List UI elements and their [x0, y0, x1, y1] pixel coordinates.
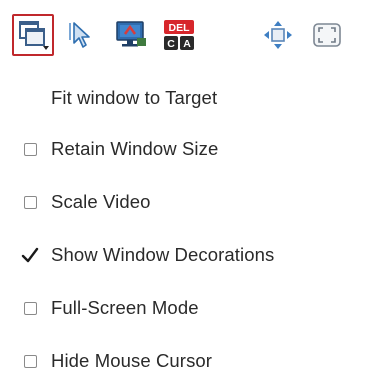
fullscreen-icon [313, 23, 341, 47]
menu-item-label: Fit window to Target [51, 87, 218, 108]
ctrl-alt-del-button[interactable]: DEL C A [158, 14, 200, 56]
menu-item-show-window-decorations[interactable]: Show Window Decorations [0, 235, 365, 275]
remote-screen-button[interactable] [110, 14, 152, 56]
menu-item-full-screen-mode[interactable]: Full-Screen Mode [0, 288, 365, 328]
alt-key-label: A [183, 38, 191, 50]
menu-item-retain-window-size[interactable]: Retain Window Size [0, 129, 365, 169]
mouse-pointer-icon [69, 22, 90, 48]
menu-item-fit-window[interactable]: Fit window to Target [0, 78, 365, 118]
checkbox-unchecked[interactable] [23, 354, 37, 368]
menu-item-hide-mouse-cursor[interactable]: Hide Mouse Cursor [0, 341, 365, 381]
menu-item-label: Full-Screen Mode [51, 297, 199, 318]
menu-item-label: Scale Video [51, 191, 151, 212]
menu-item-scale-video[interactable]: Scale Video [0, 182, 365, 222]
checkbox-unchecked[interactable] [23, 142, 37, 156]
move-arrows-icon [264, 21, 292, 49]
menu-item-label: Retain Window Size [51, 138, 219, 159]
checkbox-unchecked[interactable] [23, 301, 37, 315]
menu-item-label: Show Window Decorations [51, 244, 275, 265]
menu-item-label: Hide Mouse Cursor [51, 350, 213, 371]
ctrl-alt-del-icon: DEL C A [164, 20, 194, 50]
ctrl-key-label: C [167, 38, 175, 50]
mouse-pointer-button[interactable] [61, 14, 103, 56]
del-key-label: DEL [169, 22, 191, 34]
window-fit-button[interactable] [12, 14, 54, 56]
fullscreen-button[interactable] [306, 14, 348, 56]
window-fit-icon [19, 21, 49, 50]
remote-screen-icon [116, 21, 146, 47]
checkmark-icon[interactable] [21, 246, 39, 264]
move-window-button[interactable] [257, 14, 299, 56]
toolbar: DEL C A [0, 0, 365, 78]
checkbox-unchecked[interactable] [23, 195, 37, 209]
